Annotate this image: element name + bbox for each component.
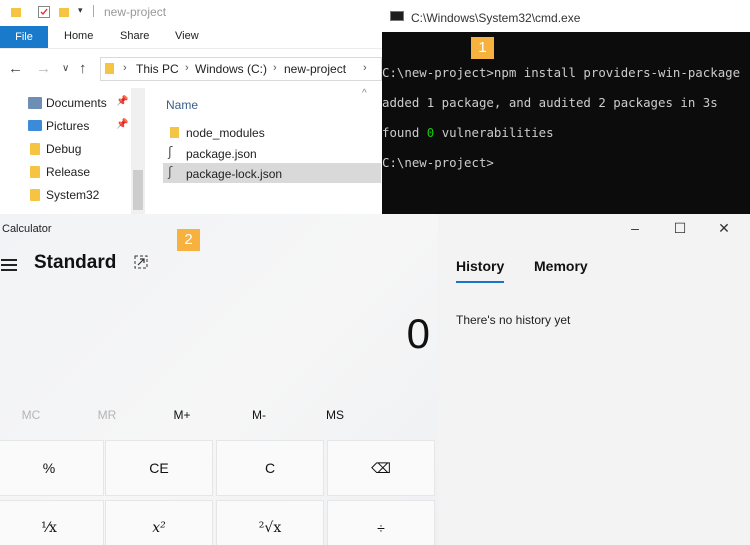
documents-icon — [28, 97, 42, 109]
annotation-badge-1: 1 — [471, 37, 494, 59]
cmd-text: vulnerabilities — [434, 125, 554, 140]
reciprocal-button[interactable]: ¹⁄x — [0, 500, 104, 545]
sidebar-item-documents[interactable]: Documents 📌 — [0, 92, 140, 114]
breadcrumb-windows-c[interactable]: Windows (C:) — [195, 62, 267, 76]
tab-history[interactable]: History — [456, 258, 504, 274]
close-icon[interactable]: ✕ — [712, 220, 736, 238]
cmd-titlebar: C:\Windows\System32\cmd.exe — [382, 0, 750, 32]
cmd-text: found — [382, 125, 427, 140]
calculator-window: Calculator – ☐ ✕ Standard 0 MC MR M+ M- … — [0, 214, 750, 545]
tab-home[interactable]: Home — [64, 30, 93, 42]
annotation-badge-2: 2 — [177, 229, 200, 251]
navigation-pane: Documents 📌 Pictures 📌 Debug Release Sys… — [0, 88, 145, 214]
folder-icon — [170, 127, 179, 138]
ribbon-tabs: File Home Share View — [0, 26, 382, 49]
recent-locations-icon[interactable]: ∨ — [62, 63, 69, 74]
breadcrumb-separator-icon: › — [273, 62, 277, 74]
new-folder-icon[interactable] — [58, 5, 70, 17]
memory-subtract-button[interactable]: M- — [224, 408, 294, 422]
explorer-window-title: new-project — [104, 5, 167, 19]
file-item-node-modules[interactable]: node_modules — [163, 122, 381, 142]
divide-button[interactable]: ÷ — [327, 500, 435, 545]
history-empty-message: There's no history yet — [456, 313, 571, 327]
folder-icon — [30, 143, 40, 155]
maximize-icon[interactable]: ☐ — [668, 220, 692, 238]
sidebar-item-label: Debug — [46, 142, 82, 156]
divider — [93, 5, 94, 17]
folder-icon — [105, 63, 114, 74]
sidebar-item-pictures[interactable]: Pictures 📌 — [0, 115, 140, 137]
breadcrumb-separator-icon: › — [363, 62, 367, 74]
sidebar-item-label: Documents — [46, 96, 107, 110]
memory-store-button[interactable]: MS — [300, 408, 370, 422]
percent-button[interactable]: % — [0, 440, 104, 496]
folder-icon — [10, 5, 22, 17]
square-root-button[interactable]: ²√x — [216, 500, 324, 545]
sidebar-item-label: Release — [46, 165, 91, 179]
file-item-package-json[interactable]: ʃ package.json — [163, 143, 381, 163]
file-list: ^ Name node_modules ʃ package.json ʃ pac… — [146, 88, 382, 214]
calculator-window-title: Calculator — [2, 223, 52, 235]
file-name: node_modules — [186, 126, 265, 140]
customize-toolbar-icon[interactable]: ▾ — [78, 5, 90, 17]
file-item-package-lock-json[interactable]: ʃ package-lock.json — [163, 163, 381, 183]
json-file-icon: ʃ — [168, 145, 173, 160]
address-bar[interactable]: › This PC › Windows (C:) › new-project › — [100, 57, 382, 81]
json-file-icon: ʃ — [168, 165, 173, 180]
file-name: package.json — [186, 147, 257, 161]
file-name: package-lock.json — [186, 167, 283, 181]
sort-caret-icon[interactable]: ^ — [362, 88, 367, 99]
breadcrumb-separator-icon: › — [123, 62, 127, 74]
folder-icon — [30, 189, 40, 201]
backspace-button[interactable]: ⌫ — [327, 440, 435, 496]
tab-view[interactable]: View — [175, 30, 199, 42]
folder-icon — [30, 166, 40, 178]
tab-file[interactable]: File — [0, 26, 48, 48]
explorer-titlebar: ▾ new-project — [0, 0, 382, 24]
memory-recall-button[interactable]: MR — [72, 408, 142, 422]
pin-icon: 📌 — [116, 96, 129, 107]
up-arrow-icon[interactable]: ↑ — [79, 60, 87, 77]
cmd-icon — [390, 11, 404, 21]
column-header-name[interactable]: Name — [166, 98, 198, 112]
tab-memory[interactable]: Memory — [534, 258, 588, 274]
minimize-icon[interactable]: – — [623, 220, 647, 238]
clear-button[interactable]: C — [216, 440, 324, 496]
square-button[interactable]: x² — [105, 500, 213, 545]
cmd-output-line: added 1 package, and audited 2 packages … — [382, 95, 718, 110]
navigation-pane-scrollbar[interactable] — [131, 88, 145, 214]
breadcrumb-new-project[interactable]: new-project — [284, 62, 346, 76]
address-row: ← → ∨ ↑ › This PC › Windows (C:) › new-p… — [0, 54, 382, 84]
cmd-window-title: C:\Windows\System32\cmd.exe — [411, 11, 581, 25]
active-tab-indicator — [456, 281, 504, 283]
keep-on-top-icon[interactable] — [134, 255, 148, 269]
pictures-icon — [28, 120, 42, 131]
sidebar-item-release[interactable]: Release — [0, 161, 140, 183]
sidebar-item-label: Pictures — [46, 119, 90, 133]
command-prompt-window[interactable]: C:\Windows\System32\cmd.exe C:\new-proje… — [382, 0, 750, 214]
cmd-output-line: found 0 vulnerabilities — [382, 125, 554, 140]
scrollbar-thumb[interactable] — [133, 170, 143, 210]
forward-arrow-icon[interactable]: → — [36, 60, 51, 77]
file-explorer-window: ▾ new-project File Home Share View ← → ∨… — [0, 0, 382, 214]
tab-share[interactable]: Share — [120, 30, 149, 42]
cmd-output-line: C:\new-project>npm install providers-win… — [382, 65, 741, 80]
cmd-prompt-line[interactable]: C:\new-project> — [382, 155, 494, 170]
breadcrumb-this-pc[interactable]: This PC — [136, 62, 179, 76]
properties-icon[interactable] — [38, 5, 50, 18]
calculator-mode-title: Standard — [34, 252, 117, 273]
calculator-display: 0 — [406, 310, 430, 357]
sidebar-item-debug[interactable]: Debug — [0, 138, 140, 160]
menu-icon[interactable] — [1, 259, 17, 271]
memory-add-button[interactable]: M+ — [147, 408, 217, 422]
back-arrow-icon[interactable]: ← — [8, 60, 23, 77]
sidebar-item-label: System32 — [46, 188, 100, 202]
pin-icon: 📌 — [116, 119, 129, 130]
breadcrumb-separator-icon: › — [185, 62, 189, 74]
sidebar-item-system32[interactable]: System32 — [0, 184, 140, 206]
clear-entry-button[interactable]: CE — [105, 440, 213, 496]
memory-clear-button[interactable]: MC — [0, 408, 66, 422]
